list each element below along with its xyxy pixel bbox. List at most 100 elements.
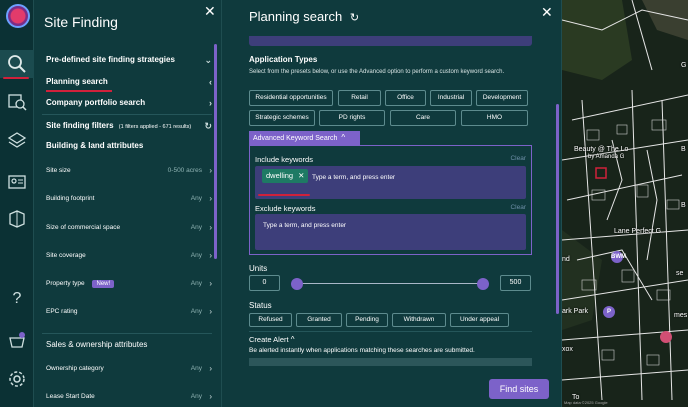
preset-care[interactable]: Care — [390, 110, 456, 126]
icon-rail: ? — [0, 0, 34, 407]
map-pin-bwm[interactable]: BWM — [611, 251, 626, 263]
refresh-icon[interactable]: ↻ — [350, 12, 359, 24]
map-label-beauty: Beauty @ The Lo — [574, 146, 629, 153]
map-search-icon[interactable] — [7, 92, 27, 112]
site-finding-panel: Site Finding ✕ Pre-defined site finding … — [34, 0, 222, 407]
status-under-appeal[interactable]: Under appeal — [450, 313, 509, 327]
units-slider-max-thumb[interactable] — [477, 278, 489, 290]
include-keywords-label: Include keywords — [255, 155, 313, 164]
planning-search-label: Planning search — [46, 77, 108, 86]
preset-hmo[interactable]: HMO — [461, 110, 528, 126]
filter-value: 0-500 acres — [167, 167, 202, 174]
advanced-keyword-box: Include keywords Clear dwelling ✕ Type a … — [249, 145, 532, 255]
chevron-up-icon: ^ — [290, 335, 295, 344]
include-clear-link[interactable]: Clear — [510, 155, 526, 162]
chevron-left-icon: ‹ — [209, 77, 212, 87]
map-view[interactable]: Beauty @ The Lo by Amanda G Lane Perfect… — [562, 0, 688, 407]
map-label-lane: Lane Perfect G — [614, 228, 662, 235]
close-site-finding-icon[interactable]: ✕ — [204, 3, 216, 20]
map-label-b1: B — [681, 146, 686, 153]
filter-label: Lease Start Date — [46, 393, 95, 400]
predefined-strategies-row[interactable]: Pre-defined site finding strategies ⌄ — [46, 55, 212, 65]
close-planning-icon[interactable]: ✕ — [541, 4, 553, 21]
keyword-chip[interactable]: dwelling ✕ — [262, 169, 309, 183]
chevron-right-icon: › — [209, 392, 212, 401]
filter-building-footprint[interactable]: Building footprint Any › — [46, 194, 212, 203]
filter-site-coverage[interactable]: Site coverage Any › — [46, 251, 212, 260]
status-granted[interactable]: Granted — [296, 313, 342, 327]
filter-value: Any — [190, 195, 202, 202]
refresh-icon[interactable]: ↻ — [204, 121, 212, 132]
map-box-icon[interactable] — [7, 208, 27, 228]
create-alert-toggle[interactable]: Create Alert ^ — [249, 335, 294, 344]
include-placeholder: Type a term, and press enter — [312, 174, 396, 181]
units-min-input[interactable]: 0 — [249, 275, 280, 291]
filter-value: Any — [190, 252, 202, 259]
divider — [42, 114, 212, 115]
id-card-icon[interactable] — [7, 172, 27, 192]
site-search-icon[interactable] — [7, 54, 27, 74]
map-pin-parking[interactable]: P — [603, 306, 615, 318]
chevron-right-icon: › — [209, 251, 212, 260]
map-pin-marker[interactable] — [660, 331, 672, 343]
units-slider-min-thumb[interactable] — [291, 278, 303, 290]
application-types-heading: Application Types — [249, 55, 318, 64]
exclude-clear-link[interactable]: Clear — [510, 204, 526, 211]
create-alert-label: Create Alert — [249, 335, 289, 344]
advanced-keyword-tab[interactable]: Advanced Keyword Search ^ — [249, 131, 360, 145]
divider — [42, 333, 212, 334]
filter-site-size[interactable]: Site size 0-500 acres › — [46, 166, 212, 175]
chevron-right-icon: › — [209, 98, 212, 108]
filter-label: Property type — [46, 280, 85, 287]
divider — [249, 331, 532, 332]
chevron-down-icon: ⌄ — [204, 55, 212, 65]
settings-gear-icon[interactable] — [7, 369, 27, 389]
company-portfolio-row[interactable]: Company portfolio search › — [46, 98, 212, 108]
preset-office[interactable]: Office — [385, 90, 426, 106]
filter-commercial-space[interactable]: Size of commercial space Any › — [46, 223, 212, 232]
layers-icon[interactable] — [7, 131, 27, 151]
map-label-se: se — [676, 270, 684, 277]
exclude-keywords-input[interactable]: Type a term, and press enter — [255, 214, 526, 250]
preset-retail[interactable]: Retail — [338, 90, 381, 106]
planning-title-text: Planning search — [249, 9, 343, 24]
keyword-chip-text: dwelling — [266, 171, 294, 180]
units-max-input[interactable]: 500 — [500, 275, 531, 291]
app-logo[interactable] — [6, 4, 30, 28]
site-finding-scrollbar[interactable] — [214, 44, 217, 259]
chevron-up-icon: ^ — [341, 133, 346, 142]
status-refused[interactable]: Refused — [249, 313, 292, 327]
status-pending[interactable]: Pending — [346, 313, 388, 327]
status-withdrawn[interactable]: Withdrawn — [392, 313, 446, 327]
preset-strategic[interactable]: Strategic schemes — [249, 110, 315, 126]
filter-property-type[interactable]: Property type New! Any › — [46, 279, 212, 288]
planning-search-row[interactable]: Planning search ‹ — [46, 77, 212, 87]
preset-development[interactable]: Development — [476, 90, 528, 106]
filter-value: Any — [190, 308, 202, 315]
chevron-right-icon: › — [209, 223, 212, 232]
filter-label: EPC rating — [46, 308, 78, 315]
chevron-right-icon: › — [209, 307, 212, 316]
planning-scrollbar[interactable] — [556, 104, 559, 314]
collapsed-input-bar — [249, 36, 532, 46]
units-heading: Units — [249, 264, 268, 273]
filter-label: Site size — [46, 167, 71, 174]
filters-meta: (1 filters applied - 671 results) — [118, 124, 192, 130]
filter-ownership-category[interactable]: Ownership category Any › — [46, 364, 212, 373]
remove-keyword-icon[interactable]: ✕ — [298, 171, 304, 180]
preset-residential[interactable]: Residential opportunities — [249, 90, 333, 106]
units-slider-track[interactable] — [297, 283, 483, 284]
chevron-right-icon: › — [209, 364, 212, 373]
filters-label: Site finding filters — [46, 121, 114, 130]
chevron-right-icon: › — [209, 194, 212, 203]
filter-epc-rating[interactable]: EPC rating Any › — [46, 307, 212, 316]
find-sites-button[interactable]: Find sites — [489, 379, 549, 399]
preset-pd-rights[interactable]: PD rights — [319, 110, 385, 126]
filter-lease-start-date[interactable]: Lease Start Date Any › — [46, 392, 212, 401]
site-finding-title: Site Finding — [44, 14, 118, 30]
help-icon[interactable]: ? — [7, 289, 27, 309]
preset-industrial[interactable]: Industrial — [430, 90, 472, 106]
basket-icon[interactable] — [7, 330, 27, 350]
map-roads — [562, 0, 688, 407]
filter-value: Any — [190, 393, 202, 400]
